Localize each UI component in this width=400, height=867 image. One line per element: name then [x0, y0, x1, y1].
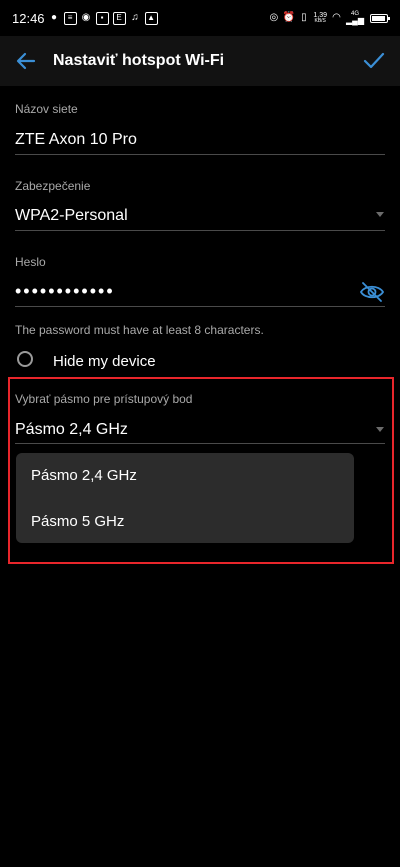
password-label: Heslo	[15, 255, 46, 269]
status-bar: 12:46 ● ≡ ◉ ▪ E ♫ ▲ ◎ ⏰ ▯ 1,39 KB/S ◠ 4G…	[0, 0, 400, 36]
signal-icon: ▂▄▆	[346, 16, 364, 25]
message-icon: ≡	[63, 11, 77, 25]
status-time: 12:46	[12, 10, 45, 26]
network-speed: 1,39 KB/S	[313, 12, 327, 24]
page-title: Nastaviť hotspot Wi-Fi	[53, 52, 225, 69]
hide-device-radio[interactable]	[17, 351, 33, 367]
notification-icon: ●	[51, 12, 58, 23]
password-helper-text: The password must have at least 8 charac…	[15, 323, 264, 337]
messenger-icon: ◉	[81, 12, 91, 23]
arrow-left-icon	[16, 52, 36, 70]
toggle-password-visibility-button[interactable]	[359, 279, 385, 305]
check-icon	[363, 52, 385, 69]
security-label: Zabezpečenie	[15, 179, 91, 193]
status-bar-left: 12:46 ● ≡ ◉ ▪ E ♫ ▲	[12, 11, 158, 26]
email-icon: E	[112, 11, 126, 25]
back-button[interactable]	[12, 47, 40, 75]
status-bar-right: ◎ ⏰ ▯ 1,39 KB/S ◠ 4G ▂▄▆	[268, 11, 390, 25]
security-dropdown-arrow-icon[interactable]	[376, 212, 384, 217]
vibrate-icon: ▯	[301, 12, 307, 23]
network-name-label: Názov siete	[15, 102, 78, 116]
cellular-signal: 4G ▂▄▆	[346, 11, 364, 25]
hide-device-label[interactable]: Hide my device	[53, 353, 156, 370]
confirm-button[interactable]	[360, 47, 388, 75]
security-underline	[15, 230, 385, 231]
password-underline	[15, 306, 385, 307]
security-dropdown[interactable]: WPA2-Personal	[15, 207, 128, 225]
app-icon: ▪	[95, 11, 109, 25]
music-icon: ♫	[131, 12, 139, 23]
battery-icon	[370, 13, 390, 23]
app-bar: Nastaviť hotspot Wi-Fi	[0, 36, 400, 86]
alarm-icon: ⏰	[282, 12, 296, 23]
wifi-icon: ◠	[332, 12, 341, 23]
hotspot-icon: ◎	[269, 12, 279, 23]
network-name-underline	[15, 154, 385, 155]
highlight-box	[8, 377, 394, 564]
network-name-input[interactable]: ZTE Axon 10 Pro	[15, 131, 137, 149]
image-icon: ▲	[144, 11, 158, 25]
password-input[interactable]: ••••••••••••	[15, 281, 115, 302]
network-speed-unit: KB/S	[314, 18, 326, 24]
eye-off-icon	[359, 282, 385, 302]
